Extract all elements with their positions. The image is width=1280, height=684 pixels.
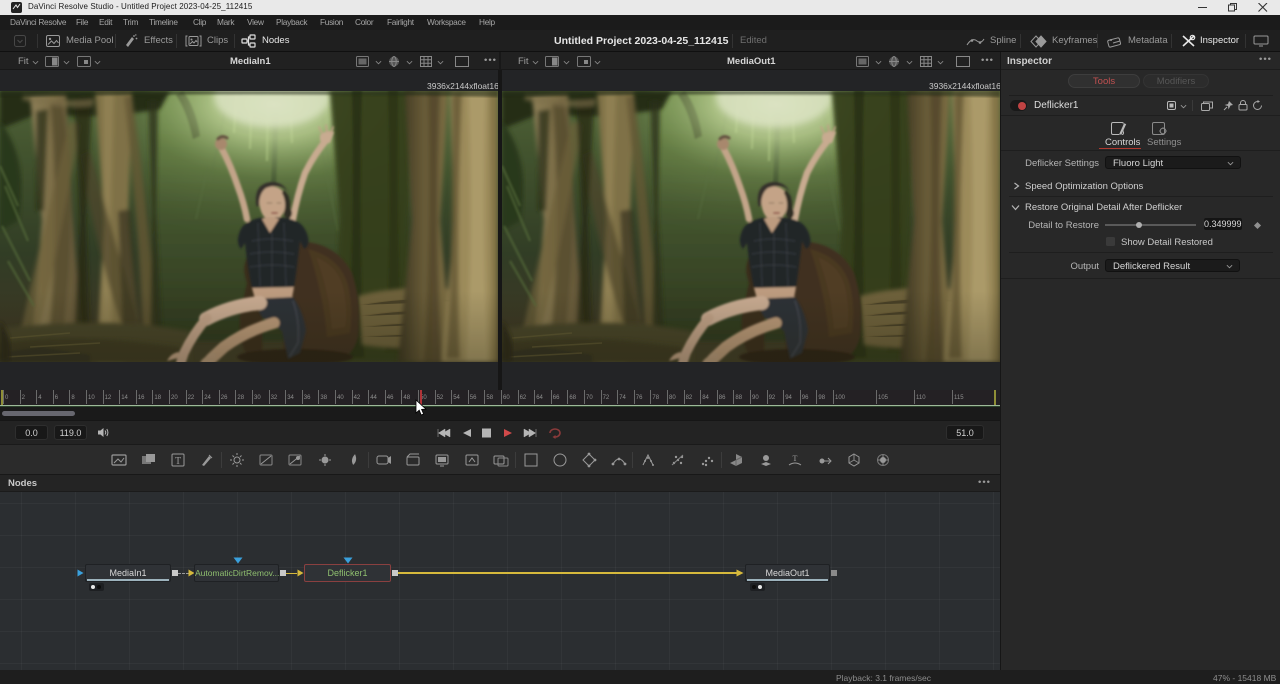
svg-text:T: T (175, 456, 181, 467)
svg-text:T: T (793, 454, 798, 463)
